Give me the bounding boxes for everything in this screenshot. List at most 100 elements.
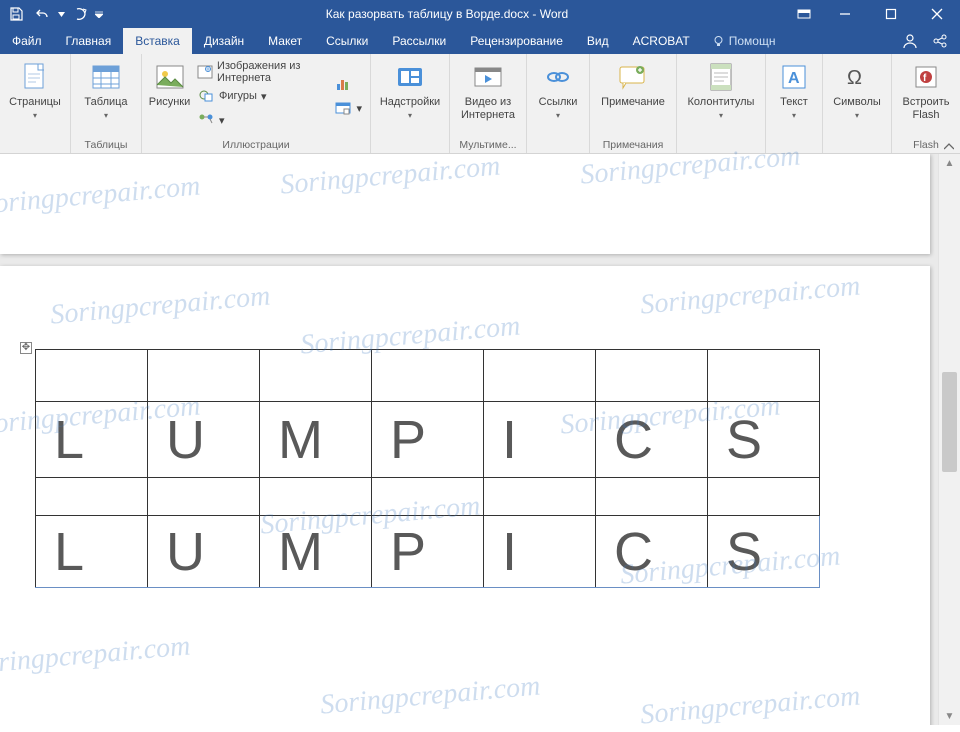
page-1[interactable]	[0, 154, 930, 254]
tab-mailings[interactable]: Рассылки	[380, 28, 458, 54]
scroll-track[interactable]	[942, 172, 957, 707]
table-cell[interactable]: S	[708, 516, 820, 588]
symbols-button[interactable]: Ω Символы ▾	[829, 56, 885, 136]
text-icon: A	[781, 60, 807, 94]
tab-review[interactable]: Рецензирование	[458, 28, 575, 54]
table-row[interactable]	[36, 478, 820, 516]
tab-design[interactable]: Дизайн	[192, 28, 256, 54]
pictures-button[interactable]: Рисунки	[148, 56, 191, 136]
share-icon[interactable]	[932, 33, 948, 49]
table-cell[interactable]: P	[372, 516, 484, 588]
undo-dropdown[interactable]	[56, 12, 66, 17]
group-text: A Текст ▾	[766, 54, 823, 153]
group-symbols: Ω Символы ▾	[823, 54, 892, 153]
window-controls	[786, 0, 960, 28]
chevron-down-icon: ▾	[356, 102, 362, 115]
group-tables: Таблица ▾ Таблицы	[71, 54, 142, 153]
table-cell[interactable]	[484, 478, 596, 516]
link-icon	[544, 60, 572, 94]
screenshot-button[interactable]: ▾	[334, 97, 362, 119]
text-button[interactable]: A Текст ▾	[772, 56, 816, 136]
smartart-button[interactable]: ▾	[197, 109, 326, 131]
table-cell[interactable]	[260, 478, 372, 516]
account-icon[interactable]	[902, 33, 918, 49]
scroll-thumb[interactable]	[942, 372, 957, 472]
redo-button[interactable]	[68, 2, 92, 26]
table-cell[interactable]	[372, 478, 484, 516]
tell-me-box[interactable]: Помощн	[702, 28, 786, 54]
maximize-button[interactable]	[868, 0, 914, 28]
tab-references[interactable]: Ссылки	[314, 28, 380, 54]
tab-insert[interactable]: Вставка	[123, 28, 192, 54]
table-move-handle[interactable]: ✥	[20, 342, 32, 354]
table-cell[interactable]	[148, 478, 260, 516]
table-cell[interactable]: M	[260, 402, 372, 478]
group-addins: Надстройки ▾	[371, 54, 450, 153]
table-icon	[91, 60, 121, 94]
document-table[interactable]: L U M P I C S L U M P I C S	[35, 349, 820, 588]
qat-customize[interactable]	[94, 10, 104, 18]
video-icon	[473, 60, 503, 94]
table-cell[interactable]: L	[36, 516, 148, 588]
ribbon: Страницы ▾ Таблица ▾ Таблицы Рисунки	[0, 54, 960, 154]
table-cell[interactable]	[36, 350, 148, 402]
tab-home[interactable]: Главная	[54, 28, 124, 54]
table-cell[interactable]: C	[596, 516, 708, 588]
table-button[interactable]: Таблица ▾	[77, 56, 135, 136]
save-button[interactable]	[4, 2, 28, 26]
chevron-down-icon: ▾	[556, 111, 560, 120]
close-button[interactable]	[914, 0, 960, 28]
group-links: Ссылки ▾	[527, 54, 590, 153]
table-cell[interactable]: L	[36, 402, 148, 478]
group-flash: f Встроить Flash Flash	[892, 54, 960, 153]
table-cell[interactable]	[484, 350, 596, 402]
table-cell[interactable]: S	[708, 402, 820, 478]
headerfooter-button[interactable]: Колонтитулы ▾	[683, 56, 759, 136]
table-cell[interactable]: M	[260, 516, 372, 588]
flash-button[interactable]: f Встроить Flash	[898, 56, 954, 136]
pages-button[interactable]: Страницы ▾	[6, 56, 64, 136]
table-cell[interactable]: P	[372, 402, 484, 478]
addins-icon	[395, 60, 425, 94]
comment-button[interactable]: Примечание	[596, 56, 670, 136]
table-cell[interactable]: I	[484, 516, 596, 588]
table-cell[interactable]	[148, 350, 260, 402]
omega-icon: Ω	[844, 60, 870, 94]
table-cell[interactable]: U	[148, 516, 260, 588]
table-cell[interactable]	[372, 350, 484, 402]
undo-button[interactable]	[30, 2, 54, 26]
ribbon-options-button[interactable]	[786, 0, 822, 28]
addins-button[interactable]: Надстройки ▾	[377, 56, 443, 136]
table-cell[interactable]	[596, 350, 708, 402]
group-illustrations-label: Иллюстрации	[142, 138, 370, 153]
table-row[interactable]: L U M P I C S	[36, 516, 820, 588]
table-row[interactable]: L U M P I C S	[36, 402, 820, 478]
online-pictures-button[interactable]: Изображения из Интернета	[197, 61, 326, 83]
table-row[interactable]	[36, 350, 820, 402]
table-cell[interactable]	[260, 350, 372, 402]
table-cell[interactable]	[708, 478, 820, 516]
shapes-button[interactable]: Фигуры ▾	[197, 85, 326, 107]
document-title: Как разорвать таблицу в Ворде.docx - Wor…	[108, 7, 786, 21]
tab-view[interactable]: Вид	[575, 28, 621, 54]
table-cell[interactable]: I	[484, 402, 596, 478]
table-cell[interactable]	[596, 478, 708, 516]
group-comments-label: Примечания	[590, 138, 676, 153]
document-area[interactable]: ✥ L U M P I C S	[0, 154, 938, 725]
vertical-scrollbar[interactable]: ▲ ▼	[938, 154, 960, 725]
table-cell[interactable]	[708, 350, 820, 402]
table-cell[interactable]: U	[148, 402, 260, 478]
table-cell[interactable]	[36, 478, 148, 516]
chart-button[interactable]	[334, 73, 362, 95]
minimize-button[interactable]	[822, 0, 868, 28]
tab-layout[interactable]: Макет	[256, 28, 314, 54]
links-button[interactable]: Ссылки ▾	[533, 56, 583, 136]
table-cell[interactable]: C	[596, 402, 708, 478]
tab-acrobat[interactable]: ACROBAT	[621, 28, 702, 54]
collapse-ribbon-button[interactable]	[944, 143, 954, 151]
tab-file[interactable]: Файл	[0, 28, 54, 54]
scroll-up-button[interactable]: ▲	[939, 154, 960, 172]
scroll-down-button[interactable]: ▼	[939, 707, 960, 725]
shapes-icon	[197, 87, 215, 105]
online-video-button[interactable]: Видео из Интернета	[456, 56, 520, 136]
